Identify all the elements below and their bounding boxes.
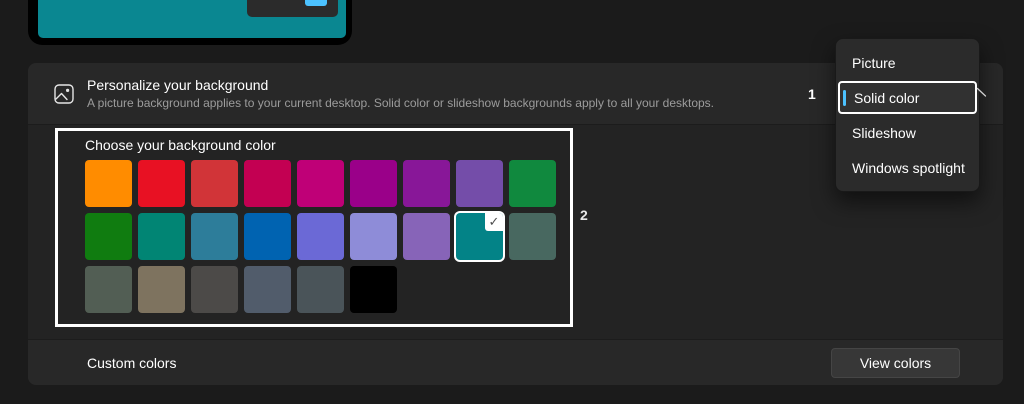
color-swatch[interactable] (350, 160, 397, 207)
color-swatch[interactable] (456, 160, 503, 207)
selection-accent-bar (843, 90, 846, 106)
dropdown-item-label: Slideshow (852, 125, 916, 141)
preview-window (247, 0, 338, 17)
color-swatch[interactable] (138, 160, 185, 207)
color-swatch[interactable] (509, 213, 556, 260)
preview-accent-block (305, 0, 327, 6)
annotation-step-2: 2 (580, 207, 588, 223)
settings-background-page: Personalize your background A picture ba… (0, 0, 1024, 404)
dropdown-item-picture[interactable]: Picture (836, 45, 979, 80)
desktop-preview-monitor (28, 0, 352, 45)
color-swatch[interactable] (297, 213, 344, 260)
color-swatch[interactable] (297, 266, 344, 313)
color-swatch[interactable] (191, 213, 238, 260)
dropdown-item-windows-spotlight[interactable]: Windows spotlight (836, 150, 979, 185)
color-swatch[interactable] (403, 213, 450, 260)
desktop-preview-wallpaper (38, 0, 346, 38)
section-description: A picture background applies to your cur… (87, 96, 714, 110)
custom-colors-label: Custom colors (87, 355, 176, 371)
color-swatch[interactable] (85, 213, 132, 260)
annotation-step-1: 1 (808, 63, 816, 124)
color-swatch[interactable] (85, 160, 132, 207)
dropdown-item-slideshow[interactable]: Slideshow (836, 115, 979, 150)
color-swatch-grid: ✓ (85, 160, 556, 313)
chevron-down-icon[interactable] (975, 86, 988, 104)
section-title: Personalize your background (87, 77, 714, 93)
color-swatch[interactable] (297, 160, 344, 207)
picture-icon (54, 84, 74, 104)
color-swatch[interactable] (138, 266, 185, 313)
dropdown-item-label: Windows spotlight (852, 160, 965, 176)
color-swatch[interactable] (509, 160, 556, 207)
check-icon: ✓ (485, 213, 503, 231)
color-swatch[interactable] (191, 160, 238, 207)
dropdown-item-label: Solid color (854, 90, 919, 106)
view-colors-button[interactable]: View colors (831, 348, 960, 378)
color-swatch[interactable] (244, 160, 291, 207)
custom-colors-row: Custom colors View colors (28, 339, 1003, 385)
color-swatch-selected[interactable]: ✓ (456, 213, 503, 260)
color-picker-label: Choose your background color (85, 137, 276, 153)
color-swatch[interactable] (244, 213, 291, 260)
color-swatch[interactable] (350, 213, 397, 260)
dropdown-item-label: Picture (852, 55, 896, 71)
color-swatch[interactable] (191, 266, 238, 313)
color-swatch[interactable] (403, 160, 450, 207)
color-swatch[interactable] (138, 213, 185, 260)
dropdown-item-solid-color[interactable]: Solid color (838, 81, 977, 114)
background-type-dropdown: Picture Solid color Slideshow Windows spotl… (835, 38, 980, 192)
color-swatch[interactable] (244, 266, 291, 313)
color-swatch[interactable] (350, 266, 397, 313)
color-swatch[interactable] (85, 266, 132, 313)
